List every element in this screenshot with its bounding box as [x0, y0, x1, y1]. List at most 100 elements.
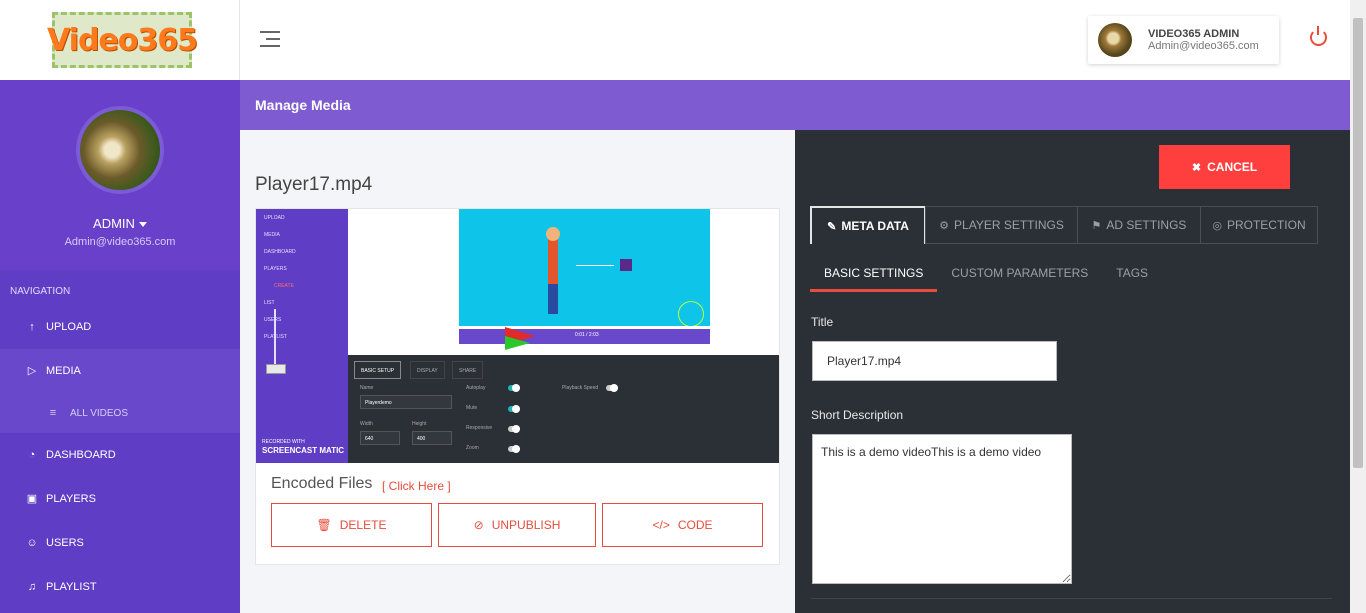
sidebar-item-upload[interactable]: ↑ UPLOAD [0, 305, 240, 349]
encoded-files-label: Encoded Files [271, 475, 373, 492]
sidebar-item-label: MEDIA [46, 365, 81, 377]
pencil-icon: ✎ [827, 220, 837, 233]
section-divider [811, 598, 1332, 599]
dashboard-icon: ◔ [28, 449, 36, 461]
upload-icon: ↑ [29, 321, 35, 333]
preview-width-label: Width [360, 421, 373, 427]
preview-character [546, 227, 560, 314]
user-name: VIDEO365 ADMIN [1148, 28, 1240, 40]
cancel-label: CANCEL [1207, 160, 1258, 174]
sidebar-item-playlist[interactable]: ♫ PLAYLIST [0, 565, 240, 609]
preview-play-icon [620, 259, 632, 271]
media-filename: Player17.mp4 [255, 174, 373, 195]
subtab-custom-parameters[interactable]: CUSTOM PARAMETERS [937, 256, 1102, 292]
tab-meta-data[interactable]: ✎ META DATA [810, 206, 926, 244]
sidebar-item-label: DASHBOARD [46, 449, 116, 461]
preview-tab-basic: BASIC SETUP [354, 361, 402, 379]
trash-icon: 🗑︎ [316, 518, 332, 532]
title-input[interactable] [812, 341, 1057, 381]
close-icon: ✖ [1191, 161, 1202, 174]
preview-playback-label: Playback Speed [562, 385, 599, 391]
sidebar-item-media[interactable]: ▷ MEDIA [0, 349, 240, 393]
delete-button[interactable]: 🗑︎ DELETE [271, 503, 432, 547]
encoded-files-link[interactable]: [ Click Here ] [382, 479, 451, 493]
tab-label: PROTECTION [1226, 218, 1306, 232]
subtab-tags[interactable]: TAGS [1102, 256, 1162, 292]
power-icon[interactable] [1310, 26, 1327, 46]
preview-mute-label: Mute [466, 405, 478, 411]
logo-area: Video365 [0, 0, 240, 80]
tab-label: AD SETTINGS [1106, 218, 1187, 232]
scrollbar-thumb[interactable] [1353, 18, 1363, 468]
tab-label: META DATA [841, 219, 909, 233]
preview-width-input: 640 [360, 431, 400, 445]
tab-protection[interactable]: ◎ PROTECTION [1200, 206, 1318, 244]
media-card: UPLOAD MEDIA DASHBOARD PLAYERS CREATE LI… [255, 208, 780, 565]
nav-heading: NAVIGATION [10, 286, 71, 297]
video-preview[interactable]: UPLOAD MEDIA DASHBOARD PLAYERS CREATE LI… [256, 209, 779, 463]
preview-video-frame [459, 209, 710, 329]
tab-label: PLAYER SETTINGS [954, 218, 1064, 232]
sidebar-item-label: PLAYERS [46, 493, 96, 505]
tab-ad-settings[interactable]: ⚑ AD SETTINGS [1077, 206, 1201, 244]
player-icon: ▣ [26, 493, 38, 505]
profile-name-dropdown[interactable]: ADMIN [0, 216, 240, 231]
page-scrollbar[interactable] [1350, 0, 1366, 613]
delete-label: DELETE [339, 518, 387, 532]
code-button[interactable]: </> CODE [602, 503, 763, 547]
sidebar-item-all-videos[interactable]: ≡ ALL VIDEOS [0, 393, 240, 433]
subtab-basic-settings[interactable]: BASIC SETTINGS [810, 256, 938, 292]
ban-icon: ⊘ [473, 518, 484, 532]
user-icon: ☺ [26, 537, 38, 549]
sidebar: ADMIN Admin@video365.com NAVIGATION ↑ UP… [0, 80, 240, 613]
title-label: Title [811, 315, 834, 329]
top-bar: VIDEO365 ADMIN Admin@video365.com [240, 0, 1350, 80]
code-label: CODE [677, 518, 713, 532]
media-column: Player17.mp4 UPLOAD MEDIA DASHBOARD PLAY… [240, 130, 795, 613]
sidebar-item-players[interactable]: ▣ PLAYERS [0, 477, 240, 521]
brand-logo[interactable]: Video365 [47, 12, 198, 68]
sidebar-item-dashboard[interactable]: ◔ DASHBOARD [0, 433, 240, 477]
watermark-top: RECORDED WITH [262, 439, 305, 445]
sidebar-item-label: USERS [46, 537, 84, 549]
code-icon: </> [652, 518, 670, 532]
sidebar-item-label: PLAYLIST [46, 581, 97, 593]
app-window: Video365 VIDEO365 ADMIN Admin@video365.c… [0, 0, 1366, 613]
preview-slider-knob [266, 364, 286, 374]
user-avatar [1098, 23, 1132, 57]
cancel-button[interactable]: ✖ CANCEL [1159, 145, 1290, 189]
unpublish-button[interactable]: ⊘ UNPUBLISH [438, 503, 596, 547]
watermark-bottom: SCREENCAST MATIC [262, 446, 345, 455]
preview-cursor-highlight [678, 301, 704, 327]
preview-green-arrow [505, 336, 530, 350]
preview-tab-share: SHARE [452, 361, 484, 379]
preview-nav-item: DASHBOARD [264, 249, 296, 255]
preview-responsive-toggle [508, 425, 520, 433]
preview-nav-item: UPLOAD [264, 215, 285, 221]
preview-zoom-label: Zoom [466, 445, 479, 451]
profile-avatar [76, 106, 164, 194]
preview-zoom-toggle [508, 445, 520, 453]
shield-icon: ◎ [1212, 219, 1222, 232]
preview-height-input: 400 [412, 431, 452, 445]
short-description-textarea[interactable]: This is a demo videoThis is a demo video [812, 434, 1072, 584]
preview-autoplay-toggle [508, 384, 520, 392]
preview-name-input: Playerdemo [360, 395, 452, 409]
hamburger-menu-icon[interactable] [260, 31, 280, 49]
sidebar-item-users[interactable]: ☺ USERS [0, 521, 240, 565]
preview-name-label: Name [360, 385, 374, 391]
gear-icon: ⚙ [939, 219, 950, 232]
preview-nav-item: LIST [264, 300, 275, 306]
metadata-panel: ✖ CANCEL ✎ META DATA ⚙ PLAYER SETTINGS ⚑… [795, 130, 1350, 613]
preview-arrow [576, 265, 614, 266]
preview-time: 0:01 / 2:03 [575, 332, 599, 338]
preview-stage: 0:01 / 2:03 [348, 209, 779, 355]
preview-settings-panel: BASIC SETUP DISPLAY SHARE Name Playerdem… [348, 355, 779, 463]
sidebar-profile: ADMIN Admin@video365.com [0, 80, 240, 270]
flag-icon: ⚑ [1091, 219, 1102, 232]
editor-subtabs: BASIC SETTINGS CUSTOM PARAMETERS TAGS [810, 256, 1162, 292]
tab-player-settings[interactable]: ⚙ PLAYER SETTINGS [925, 206, 1078, 244]
preview-height-label: Height [412, 421, 427, 427]
user-card[interactable]: VIDEO365 ADMIN Admin@video365.com [1088, 16, 1279, 64]
list-icon: ≡ [49, 407, 57, 419]
